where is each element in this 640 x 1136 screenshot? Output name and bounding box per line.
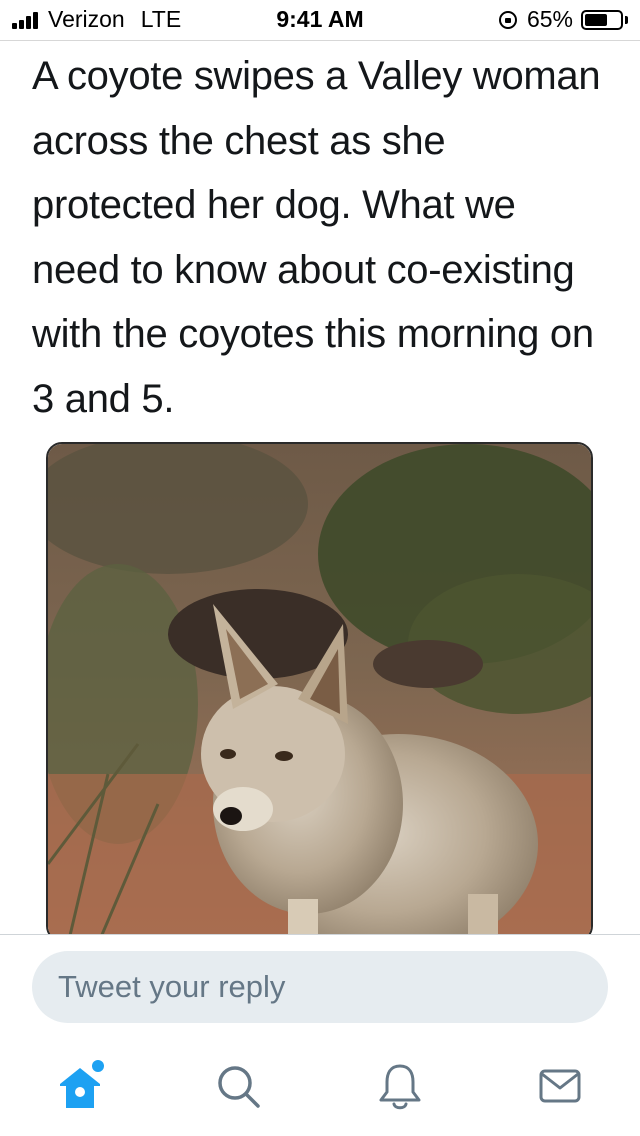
reply-input[interactable]: Tweet your reply (32, 951, 608, 1023)
tweet-text: A coyote swipes a Valley woman across th… (32, 54, 601, 421)
status-bar: Verizon LTE 9:41 AM 65% (0, 0, 640, 40)
battery-icon (581, 9, 623, 30)
envelope-icon (539, 1069, 581, 1103)
battery-tip (625, 15, 628, 24)
tweet-photo[interactable] (46, 442, 593, 942)
screen: Verizon LTE 9:41 AM 65% A coyote swipes … (0, 0, 640, 1136)
home-notification-dot (92, 1060, 104, 1072)
coyote-photo-illustration (48, 444, 591, 940)
tab-notifications[interactable] (370, 1056, 430, 1116)
search-icon (218, 1066, 260, 1108)
tab-messages[interactable] (530, 1056, 590, 1116)
rotation-lock-icon (498, 10, 517, 29)
bell-icon (379, 1064, 421, 1110)
reply-placeholder: Tweet your reply (58, 969, 286, 1004)
status-divider (0, 40, 640, 41)
tab-bar (0, 1048, 640, 1136)
tab-search[interactable] (208, 1056, 268, 1116)
status-right: 65% (498, 6, 628, 33)
battery-fill (585, 13, 608, 26)
bottom-divider (0, 934, 640, 935)
battery-percent: 65% (526, 6, 573, 32)
tab-home[interactable] (50, 1056, 110, 1116)
